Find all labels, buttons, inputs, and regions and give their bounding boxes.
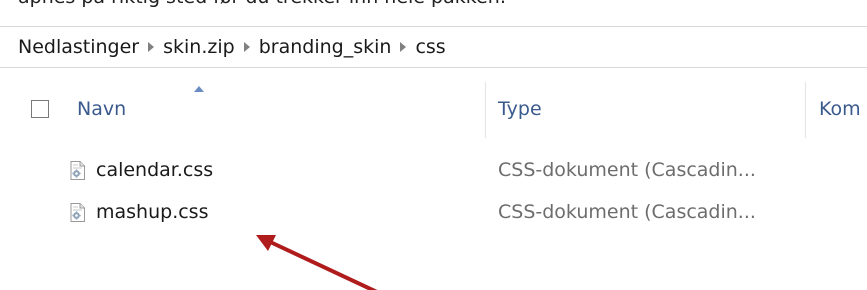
chevron-right-icon[interactable] (400, 42, 407, 52)
breadcrumb-item-downloads[interactable]: Nedlastinger (18, 36, 139, 58)
chevron-right-icon[interactable] (148, 42, 155, 52)
breadcrumb-item-skin-zip[interactable]: skin.zip (163, 36, 235, 58)
column-header-type[interactable]: Type (498, 98, 542, 120)
file-row-calendar-css[interactable]: calendar.css CSS-dokument (Cascadin... (0, 154, 867, 188)
file-name[interactable]: calendar.css (96, 159, 213, 181)
css-file-icon (70, 203, 85, 222)
chevron-right-icon[interactable] (243, 42, 250, 52)
breadcrumb-item-css[interactable]: css (415, 36, 445, 58)
breadcrumb-item-branding-skin[interactable]: branding_skin (259, 36, 392, 58)
file-type: CSS-dokument (Cascadin... (498, 201, 756, 223)
column-divider[interactable] (805, 82, 806, 138)
select-all-checkbox[interactable] (31, 100, 49, 118)
sort-ascending-icon (194, 86, 204, 92)
file-name[interactable]: mashup.css (96, 201, 208, 223)
column-header-name[interactable]: Navn (77, 98, 126, 120)
column-header-comment[interactable]: Kom (819, 98, 861, 120)
truncated-instruction-text: åpnes på riktig sted før du trekker inn … (18, 0, 506, 8)
file-type: CSS-dokument (Cascadin... (498, 159, 756, 181)
css-file-icon (70, 161, 85, 180)
column-divider[interactable] (485, 82, 486, 138)
file-row-mashup-css[interactable]: mashup.css CSS-dokument (Cascadin... (0, 196, 867, 230)
breadcrumb: Nedlastinger skin.zip branding_skin css (0, 26, 867, 68)
